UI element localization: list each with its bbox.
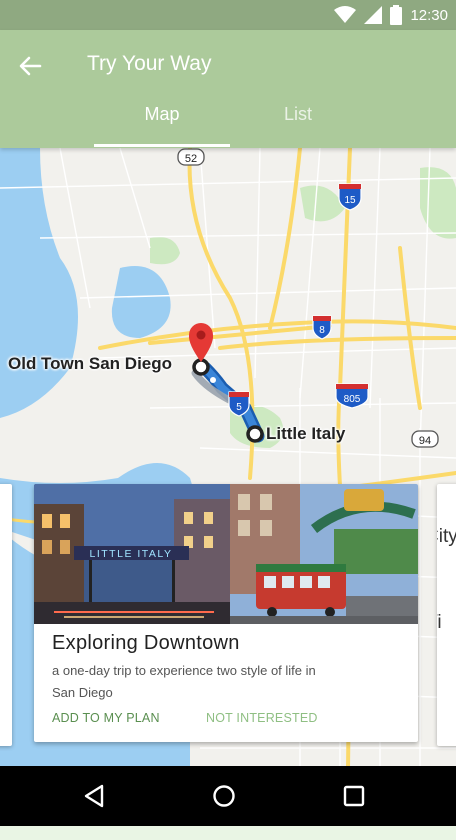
svg-text:805: 805	[344, 394, 361, 405]
status-time: 12:30	[410, 6, 448, 24]
nav-home-button[interactable]	[210, 782, 238, 810]
status-icons: 12:30	[334, 5, 448, 25]
shield-i5: 5	[228, 391, 250, 417]
bottom-strip	[0, 826, 456, 840]
trip-card-photos: LITTLE ITALY	[34, 484, 418, 624]
end-marker	[246, 425, 264, 443]
nav-back-button[interactable]	[80, 782, 108, 810]
svg-text:52: 52	[185, 153, 197, 165]
trip-description: a one-day trip to experience two style o…	[52, 663, 316, 700]
carousel-card-next[interactable]: City Vi	[437, 484, 456, 746]
tab-list[interactable]: List	[230, 104, 366, 144]
tab-map[interactable]: Map	[94, 104, 230, 144]
add-to-plan-button[interactable]: ADD TO MY PLAN	[52, 711, 160, 725]
photo-right-trees	[334, 529, 418, 574]
home-circle-icon	[213, 785, 235, 807]
svg-text:5: 5	[236, 402, 242, 413]
svg-text:94: 94	[419, 435, 431, 447]
shield-i15: 15	[338, 183, 362, 211]
photo-right-trolley	[256, 569, 346, 609]
back-button[interactable]	[14, 50, 46, 82]
map-label-start: Old Town San Diego	[8, 354, 173, 373]
system-nav-bar	[0, 766, 456, 826]
battery-icon	[390, 5, 403, 25]
carousel-card-previous[interactable]	[0, 484, 12, 746]
nav-recents-button[interactable]	[340, 782, 368, 810]
status-bar: 12:30	[0, 0, 456, 30]
page-title: Try Your Way	[87, 52, 212, 75]
shield-i8: 8	[312, 315, 332, 340]
tab-indicator	[94, 144, 230, 147]
not-interested-button[interactable]: NOT INTERESTED	[206, 711, 318, 725]
app-bar: Try Your Way Map List	[0, 30, 456, 148]
shield-94: 94	[411, 430, 439, 448]
svg-text:8: 8	[319, 325, 325, 336]
start-marker	[192, 358, 210, 376]
trip-title: Exploring Downtown	[52, 632, 240, 654]
svg-text:15: 15	[344, 195, 356, 206]
svg-text:LITTLE ITALY: LITTLE ITALY	[90, 548, 173, 560]
shield-52: 52	[177, 148, 205, 166]
signal-icon	[364, 6, 383, 24]
map-label-end: Little Italy	[266, 424, 346, 443]
trip-card[interactable]: LITTLE ITALY Exploring Downtown a one-da…	[34, 484, 418, 742]
shield-i805: 805	[335, 383, 369, 409]
recents-square-icon	[343, 785, 365, 807]
route-dot	[210, 377, 216, 383]
arrow-back-icon	[19, 56, 42, 76]
wifi-icon	[334, 6, 357, 23]
next-card-text-2: Vi	[437, 612, 442, 633]
back-triangle-icon	[84, 784, 104, 808]
next-card-text-1: City	[437, 526, 456, 547]
